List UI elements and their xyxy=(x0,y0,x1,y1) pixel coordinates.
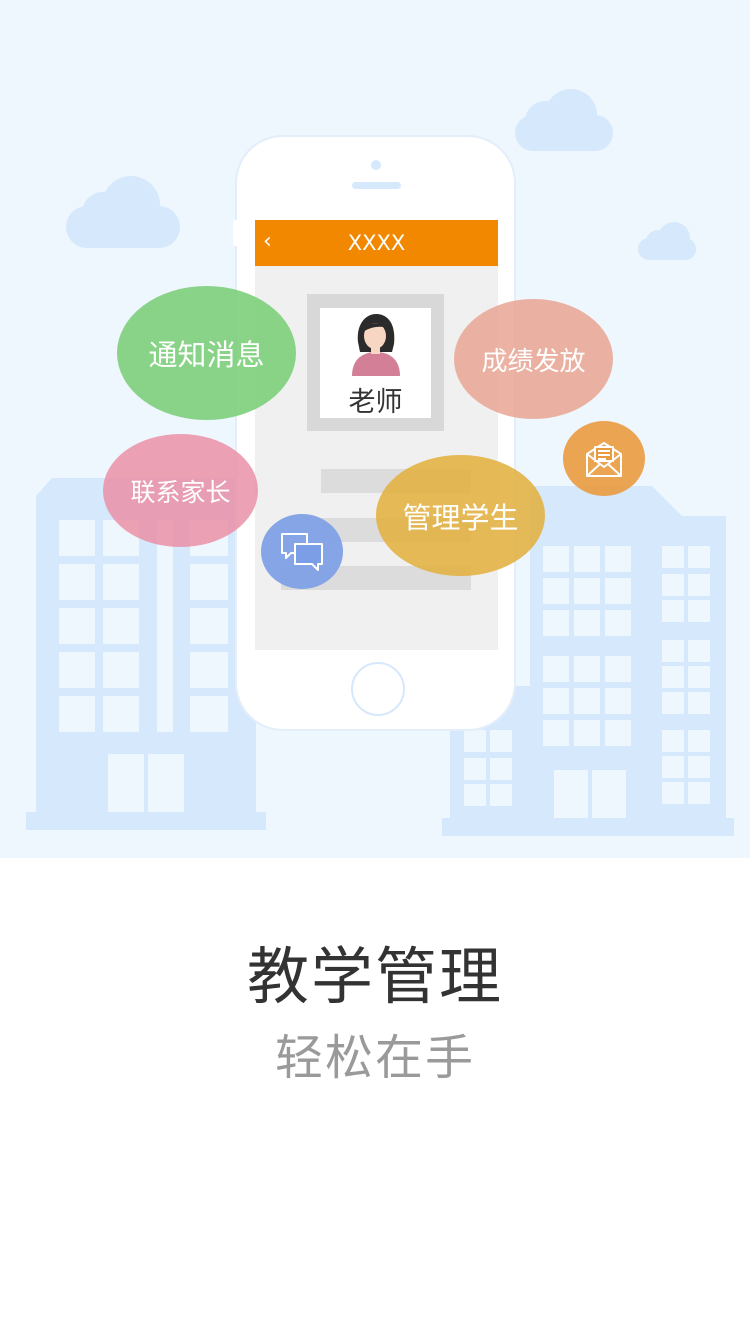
page-subtitle: 轻松在手 xyxy=(274,1030,475,1086)
teacher-avatar xyxy=(352,314,400,376)
phone-camera xyxy=(371,160,381,170)
bubble-notice-label: 通知消息 xyxy=(148,338,265,372)
envelope-icon xyxy=(586,441,622,477)
chevron-left-icon[interactable]: ‹ xyxy=(263,230,283,254)
chat-bubble[interactable] xyxy=(261,514,343,589)
page-title: 教学管理 xyxy=(246,940,503,1013)
cloud-top-right xyxy=(515,89,613,151)
bubble-contact-parents-label: 联系家长 xyxy=(130,477,231,507)
phone-speaker xyxy=(352,182,401,189)
bubble-manage-students[interactable]: 管理学生 xyxy=(376,455,545,576)
home-button[interactable] xyxy=(351,662,405,716)
avatar-label: 老师 xyxy=(348,387,403,418)
phone-side-button xyxy=(233,220,239,246)
bubble-grades-label: 成绩发放 xyxy=(481,346,586,377)
bubble-notice[interactable]: 通知消息 xyxy=(117,286,296,420)
bubble-contact-parents[interactable]: 联系家长 xyxy=(103,434,258,547)
mail-bubble[interactable] xyxy=(563,421,645,496)
bubble-grades[interactable]: 成绩发放 xyxy=(454,299,613,419)
bubble-manage-students-label: 管理学生 xyxy=(402,500,519,535)
cloud-left xyxy=(66,176,180,248)
cloud-small-right xyxy=(638,222,696,260)
hero-illustration: XXXX ‹ 老师 通知消息 成绩发放 联系家长 管理学生 xyxy=(0,0,750,858)
chat-bubbles-icon xyxy=(281,532,323,571)
screen-header-title: XXXX xyxy=(255,220,498,266)
